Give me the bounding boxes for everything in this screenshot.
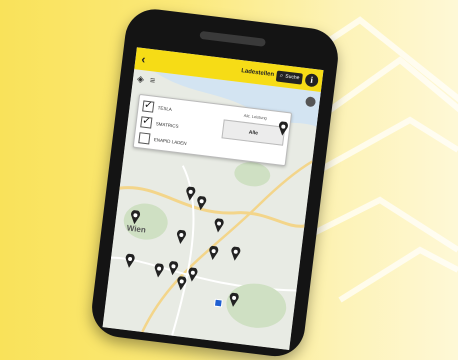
filter-label: TESLA [157,105,173,112]
app-screen: ‹ Ladestellen ⌕ Suche i ◈ ≡ ✓ TESLA ✓ SM… [102,47,324,351]
charging-station-pin[interactable] [167,260,179,276]
charging-station-pin[interactable] [187,267,199,282]
phone-speaker [199,30,266,47]
charging-station-pin[interactable] [175,229,187,244]
charging-station-pin[interactable] [208,245,220,261]
charging-station-pin[interactable] [176,275,188,291]
info-icon[interactable]: i [304,72,319,88]
back-button[interactable]: ‹ [135,51,153,67]
search-button-label: Suche [284,73,300,82]
locate-icon[interactable]: ◈ [136,74,144,86]
filter-label: ENAPID LADEN [153,136,187,146]
charging-station-pin[interactable] [196,195,208,211]
current-location-marker [213,298,223,308]
search-icon: ⌕ [279,72,284,79]
filter-item-enapid[interactable]: ENAPID LADEN [138,132,187,149]
charging-station-pin[interactable] [185,186,197,201]
checkbox-enapid[interactable] [138,132,151,145]
charging-station-pin[interactable] [213,218,225,233]
phone-device: ‹ Ladestellen ⌕ Suche i ◈ ≡ ✓ TESLA ✓ SM… [88,5,342,360]
charging-station-pin[interactable] [129,209,141,225]
checkbox-smatrics[interactable]: ✓ [140,115,153,129]
filter-item-smatrics[interactable]: ✓ SMATRICS [140,115,179,132]
map-tools: ◈ ≡ [136,74,155,87]
filter-label: SMATRICS [155,121,179,129]
search-button[interactable]: ⌕ Suche [276,70,303,85]
charging-station-pin[interactable] [230,246,242,261]
charging-station-pin[interactable] [153,263,165,278]
all-button[interactable]: Alle [221,119,286,146]
charging-station-pin[interactable] [277,121,289,136]
charging-station-pin[interactable] [124,253,136,268]
filter-item-tesla[interactable]: ✓ TESLA [142,100,172,114]
charging-station-pin[interactable] [228,292,240,307]
checkbox-tesla[interactable]: ✓ [142,100,155,113]
